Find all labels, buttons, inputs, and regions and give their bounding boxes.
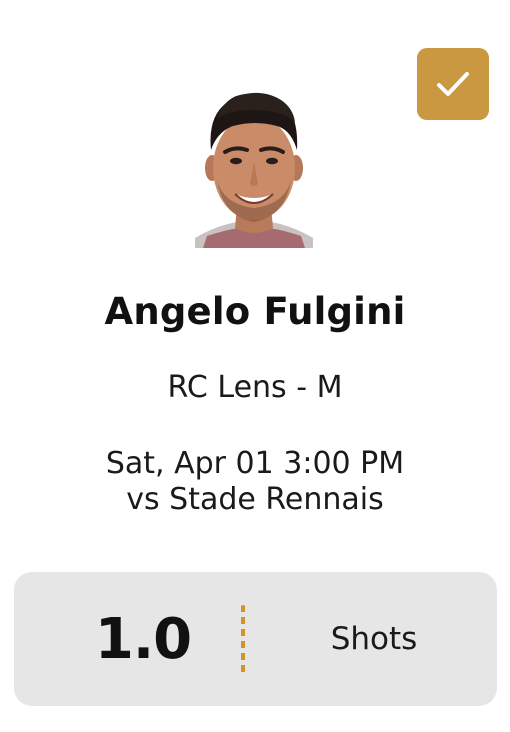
- check-icon: [437, 72, 469, 96]
- team-position: RC Lens - M: [167, 370, 343, 405]
- stat-type-label: Shots: [330, 621, 418, 657]
- stat-line-value: 1.0: [94, 606, 192, 672]
- player-avatar: [195, 88, 313, 248]
- select-pick-button[interactable]: [417, 48, 489, 120]
- player-prop-card: Angelo Fulgini RC Lens - M Sat, Apr 01 3…: [0, 0, 510, 732]
- player-name: Angelo Fulgini: [104, 290, 406, 333]
- match-time: Sat, Apr 01 3:00 PM: [105, 446, 405, 481]
- stat-line-box[interactable]: 1.0 Shots: [14, 572, 497, 706]
- stat-divider: [241, 605, 245, 677]
- match-opponent: vs Stade Rennais: [126, 482, 384, 517]
